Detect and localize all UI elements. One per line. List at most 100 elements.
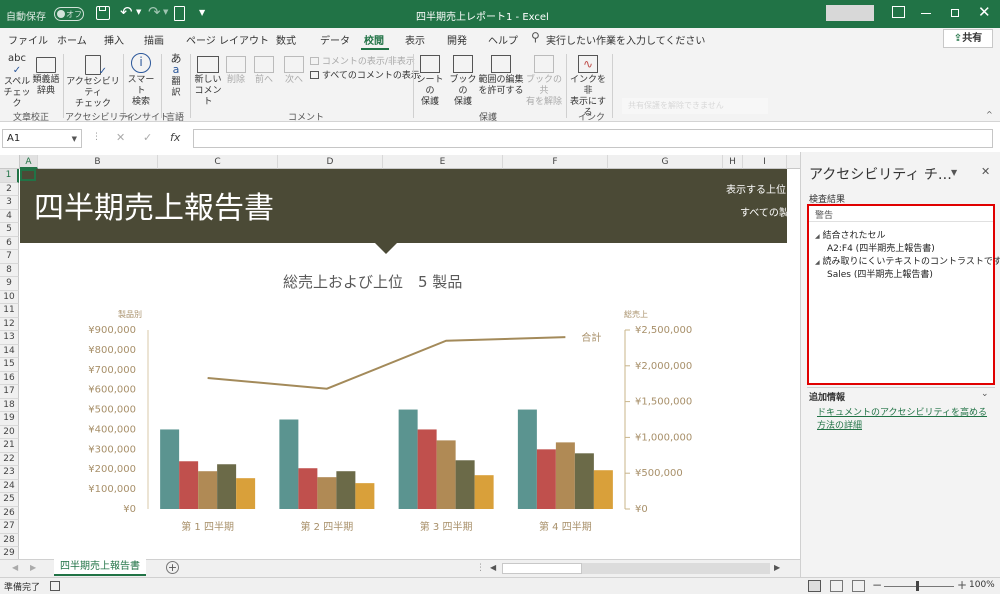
issue-merged-cells[interactable]: ◢ 結合されたセル xyxy=(815,230,886,243)
touch-mode-icon[interactable] xyxy=(174,6,185,21)
new-comment-button[interactable]: 新しい コメント xyxy=(192,53,224,108)
previous-comment-button[interactable]: 前へ xyxy=(252,53,276,86)
scroll-tabs-right-icon[interactable]: ▶ xyxy=(30,563,36,572)
worksheet-grid[interactable]: A B C D E F G H I 1 2 3 4 5 6 7 8 9 10 11 12 13 14 15 1… xyxy=(0,155,800,559)
allow-edit-ranges-button[interactable]: 範囲の編集 を許可する xyxy=(478,53,524,97)
row-header-6[interactable]: 6 xyxy=(0,236,19,250)
row-header-5[interactable]: 5 xyxy=(0,223,19,237)
zoom-in-icon[interactable]: + xyxy=(957,578,967,592)
results-box[interactable]: 警告 ◢ 結合されたセル A2:F4 (四半期売上報告書) ◢ 読み取りにくいテ… xyxy=(807,204,1000,385)
translate-button[interactable]: あa 翻訳 xyxy=(163,53,189,99)
macro-record-icon[interactable] xyxy=(50,581,60,591)
row-header-1[interactable]: 1 xyxy=(0,169,19,183)
thesaurus-button[interactable]: 類義語 辞典 xyxy=(31,53,61,97)
row-header-4[interactable]: 4 xyxy=(0,209,19,223)
row-header-19[interactable]: 19 xyxy=(0,412,19,426)
row-header-7[interactable]: 7 xyxy=(0,250,19,264)
tab-help[interactable]: ヘルプ xyxy=(488,32,518,47)
protect-sheet-button[interactable]: シートの 保護 xyxy=(414,53,446,108)
row-header-3[interactable]: 3 xyxy=(0,196,19,210)
report-banner[interactable]: 四半期売上報告書 表示する上位 すべての製 xyxy=(20,169,789,243)
row-header-29[interactable]: 29 xyxy=(0,547,19,559)
column-header-e[interactable]: E xyxy=(383,155,503,169)
row-header-24[interactable]: 24 xyxy=(0,479,19,493)
column-header-i[interactable]: I xyxy=(743,155,787,169)
selected-cell-a1[interactable] xyxy=(20,169,36,181)
tab-view[interactable]: 表示 xyxy=(405,32,425,47)
row-header-15[interactable]: 15 xyxy=(0,358,19,372)
page-break-view-icon[interactable] xyxy=(852,580,865,592)
row-header-26[interactable]: 26 xyxy=(0,506,19,520)
tab-page-layout[interactable]: ページ レイアウト xyxy=(186,32,269,47)
add-sheet-icon[interactable]: + xyxy=(166,561,179,574)
show-hide-comment-button[interactable]: コメントの表示/非表示 xyxy=(310,54,415,67)
accessibility-help-link[interactable]: ドキュメントのアクセシビリティを高める方法の詳細 xyxy=(817,407,993,433)
column-header-h[interactable]: H xyxy=(723,155,743,169)
issue-item-merged-cells[interactable]: A2:F4 (四半期売上報告書) xyxy=(827,243,935,256)
ribbon-display-options-icon[interactable] xyxy=(892,6,905,18)
pane-close-icon[interactable]: ✕ xyxy=(981,165,990,178)
tab-data[interactable]: データ xyxy=(320,32,350,47)
row-header-14[interactable]: 14 xyxy=(0,344,19,358)
normal-view-icon[interactable] xyxy=(808,580,821,592)
tab-split-grip-icon[interactable]: ⋮ xyxy=(476,563,485,573)
tell-me-box[interactable]: 実行したい作業を入力してください xyxy=(546,32,705,47)
expand-collapse-icon[interactable]: ◢ xyxy=(815,233,820,240)
tab-formulas[interactable]: 数式 xyxy=(276,32,296,47)
row-header-10[interactable]: 10 xyxy=(0,290,19,304)
smart-lookup-button[interactable]: i スマート 検索 xyxy=(124,53,158,108)
cancel-entry-icon[interactable]: ✕ xyxy=(116,131,125,144)
tab-developer[interactable]: 開発 xyxy=(447,32,467,47)
redo-dropdown-icon[interactable]: ▼ xyxy=(163,8,168,16)
row-header-22[interactable]: 22 xyxy=(0,452,19,466)
column-header-c[interactable]: C xyxy=(158,155,278,169)
save-icon[interactable] xyxy=(96,6,110,20)
issue-low-contrast[interactable]: ◢ 読み取りにくいテキストのコントラストです xyxy=(815,256,1000,269)
check-accessibility-button[interactable]: ✓ アクセシビリティ チェック xyxy=(64,53,122,110)
close-icon[interactable]: ✕ xyxy=(978,3,991,21)
row-header-11[interactable]: 11 xyxy=(0,304,19,318)
horizontal-scrollbar-thumb[interactable] xyxy=(502,563,582,574)
zoom-level[interactable]: 100% xyxy=(969,580,995,590)
scroll-right-icon[interactable]: ▶ xyxy=(774,563,780,572)
row-header-8[interactable]: 8 xyxy=(0,263,19,277)
delete-comment-button[interactable]: 削除 xyxy=(225,53,247,86)
additional-info-chevron-icon[interactable]: ⌄ xyxy=(981,389,989,399)
minimize-icon[interactable] xyxy=(921,13,931,14)
row-header-27[interactable]: 27 xyxy=(0,520,19,534)
column-header-a[interactable]: A xyxy=(20,155,38,169)
name-box-dropdown-icon[interactable]: ▼ xyxy=(72,135,77,143)
zoom-out-icon[interactable]: − xyxy=(872,578,882,592)
issue-item-low-contrast[interactable]: Sales (四半期売上報告書) xyxy=(827,269,933,282)
row-header-25[interactable]: 25 xyxy=(0,493,19,507)
row-header-16[interactable]: 16 xyxy=(0,371,19,385)
row-header-2[interactable]: 2 xyxy=(0,182,19,196)
expand-collapse-icon[interactable]: ◢ xyxy=(815,259,820,266)
formula-input[interactable] xyxy=(193,129,993,148)
column-header-g[interactable]: G xyxy=(608,155,723,169)
collapse-ribbon-icon[interactable]: ^ xyxy=(986,110,993,119)
protect-workbook-button[interactable]: ブックの 保護 xyxy=(447,53,479,108)
next-comment-button[interactable]: 次へ xyxy=(282,53,306,86)
row-header-23[interactable]: 23 xyxy=(0,466,19,480)
row-header-18[interactable]: 18 xyxy=(0,398,19,412)
sheet-tab-quarterly-report[interactable]: 四半期売上報告書 xyxy=(54,559,146,576)
autosave-toggle[interactable]: オフ xyxy=(54,7,84,21)
scroll-left-icon[interactable]: ◀ xyxy=(490,563,496,572)
share-button[interactable]: ⇪共有 xyxy=(943,29,993,48)
column-header-b[interactable]: B xyxy=(38,155,158,169)
tab-insert[interactable]: 挿入 xyxy=(104,32,124,47)
zoom-slider[interactable] xyxy=(884,581,954,591)
redo-icon[interactable]: ↷ xyxy=(148,3,161,21)
column-header-f[interactable]: F xyxy=(503,155,608,169)
tab-draw[interactable]: 描画 xyxy=(144,32,164,47)
undo-icon[interactable]: ↶ xyxy=(120,3,133,21)
page-layout-view-icon[interactable] xyxy=(830,580,843,592)
row-header-12[interactable]: 12 xyxy=(0,317,19,331)
row-header-21[interactable]: 21 xyxy=(0,439,19,453)
restore-icon[interactable] xyxy=(951,9,959,17)
undo-dropdown-icon[interactable]: ▼ xyxy=(136,8,141,16)
tab-home[interactable]: ホーム xyxy=(57,32,87,47)
tab-review[interactable]: 校閲 xyxy=(364,32,384,47)
row-header-9[interactable]: 9 xyxy=(0,277,19,291)
